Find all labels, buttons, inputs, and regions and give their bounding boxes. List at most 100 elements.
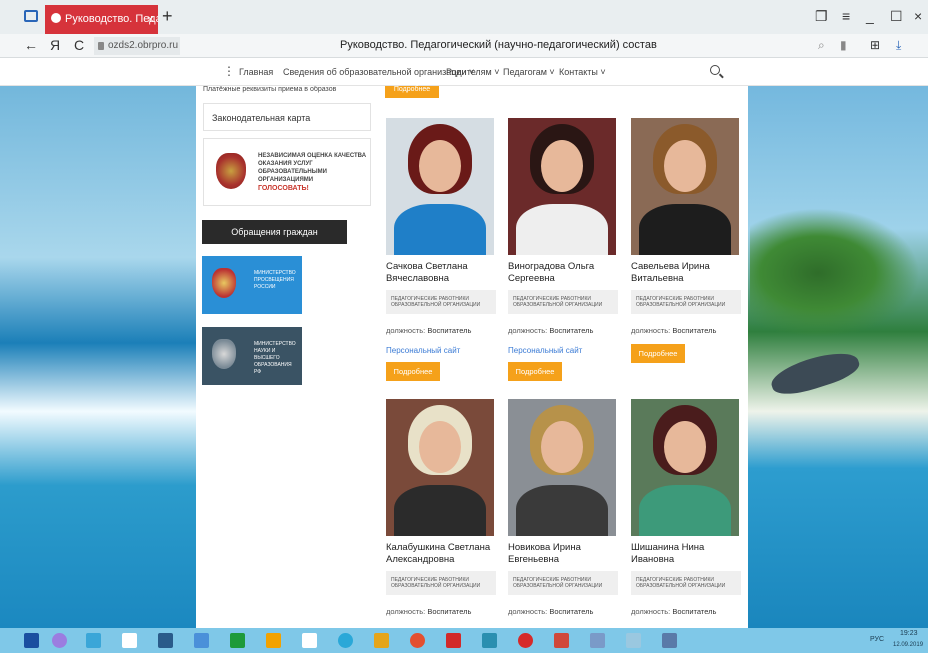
staff-name[interactable]: Калабушкина Светлана Александровна [386, 542, 496, 566]
tabs-panel-icon[interactable] [24, 10, 38, 22]
bookmark-icon[interactable]: ▮ [840, 38, 847, 52]
staff-category: ПЕДАГОГИЧЕСКИЕ РАБОТНИКИ ОБРАЗОВАТЕЛЬНОЙ… [508, 290, 618, 314]
citizens-appeals-button[interactable]: Обращения граждан [202, 220, 347, 244]
staff-photo[interactable] [631, 399, 739, 536]
staff-photo[interactable] [386, 399, 494, 536]
personal-site-link[interactable]: Персональный сайт [386, 346, 460, 355]
address-bar: ← Я C ozds2.obrpro.ru Руководство. Педаг… [0, 34, 928, 58]
browser-tabbar: Руководство. Педагогич × + ❐ ≡ _ ☐ × [0, 0, 928, 34]
tab-active[interactable]: Руководство. Педагогич × [45, 5, 158, 34]
sidebar-link-cut[interactable]: Платёжные реквизиты приема в образов [203, 86, 343, 98]
reload-button[interactable]: C [74, 37, 84, 53]
page-title: Руководство. Педагогический (научно-педа… [340, 39, 657, 51]
back-button[interactable]: ← [24, 37, 38, 53]
staff-photo[interactable] [386, 118, 494, 255]
powerpoint-icon[interactable] [554, 633, 569, 648]
favicon-icon [51, 13, 61, 23]
quality-survey-banner[interactable]: НЕЗАВИСИМАЯ ОЦЕНКА КАЧЕСТВА ОКАЗАНИЯ УСЛ… [203, 138, 371, 206]
more-button[interactable]: Подробнее [508, 362, 562, 381]
paint-icon[interactable] [626, 633, 641, 648]
more-button[interactable]: Подробнее [631, 344, 685, 363]
search-page-icon[interactable]: ⌕ [818, 38, 825, 53]
cortana-icon[interactable] [52, 633, 67, 648]
staff-name[interactable]: Шишанина Нина Ивановна [631, 542, 741, 566]
ministry-science-emblem-icon [212, 339, 236, 369]
mail-icon[interactable] [194, 633, 209, 648]
url-field[interactable]: ozds2.obrpro.ru [94, 37, 180, 55]
download-icon[interactable]: ⤓ [896, 38, 901, 53]
banner-text: НЕЗАВИСИМАЯ ОЦЕНКА КАЧЕСТВА ОКАЗАНИЯ УСЛ… [258, 153, 367, 183]
yandex-icon[interactable] [446, 633, 461, 648]
minimize-button[interactable]: _ [866, 8, 874, 24]
home-icon[interactable] [122, 633, 137, 648]
staff-position: должность: Воспитатель [508, 326, 594, 335]
ministry-education-banner[interactable]: МИНИСТЕРСТВО ПРОСВЕЩЕНИЯ РОССИИ [202, 256, 302, 314]
media-icon[interactable] [374, 633, 389, 648]
staff-category: ПЕДАГОГИЧЕСКИЕ РАБОТНИКИ ОБРАЗОВАТЕЛЬНОЙ… [508, 571, 618, 595]
yandex-browser-icon[interactable] [518, 633, 533, 648]
document-icon[interactable] [302, 633, 317, 648]
close-window-button[interactable]: × [914, 8, 922, 24]
tray-date[interactable]: 12.09.2019 [893, 642, 923, 648]
editor-icon[interactable] [590, 633, 605, 648]
ministry-education-text: МИНИСТЕРСТВО ПРОСВЕЩЕНИЯ РОССИИ [254, 270, 296, 290]
opera-icon[interactable] [410, 633, 425, 648]
extensions-icon[interactable]: ⊞ [870, 38, 880, 52]
headphones-icon[interactable] [266, 633, 281, 648]
staff-category: ПЕДАГОГИЧЕСКИЕ РАБОТНИКИ ОБРАЗОВАТЕЛЬНОЙ… [386, 290, 496, 314]
menu-dots-icon[interactable]: ⋮ [223, 64, 235, 78]
nav-teachers[interactable]: Педагогам ˅ [503, 67, 555, 77]
new-tab-button[interactable]: + [162, 6, 173, 27]
gallery-icon[interactable] [662, 633, 677, 648]
staff-name[interactable]: Виноградова Ольга Сергеевна [508, 261, 618, 285]
search-icon[interactable] [710, 65, 720, 75]
sidebar-link-law-map[interactable]: Законодательная карта [203, 103, 371, 131]
lock-icon [98, 42, 104, 50]
staff-position: должность: Воспитатель [386, 607, 472, 616]
tab-title: Руководство. Педагогич [65, 13, 158, 25]
staff-position: должность: Воспитатель [386, 326, 472, 335]
spreadsheet-icon[interactable] [230, 633, 245, 648]
palm-trees-image [750, 208, 920, 338]
maximize-button[interactable]: ☐ [890, 8, 903, 25]
staff-name[interactable]: Сачкова Светлана Вячеславовна [386, 261, 496, 285]
staff-position: должность: Воспитатель [631, 326, 717, 335]
sea-background-left [0, 58, 200, 628]
start-button-icon[interactable] [24, 633, 39, 648]
staff-position: должность: Воспитатель [631, 607, 717, 616]
sea-background-right [745, 58, 928, 628]
url-text: ozds2.obrpro.ru [108, 40, 179, 51]
staff-category: ПЕДАГОГИЧЕСКИЕ РАБОТНИКИ ОБРАЗОВАТЕЛЬНОЙ… [631, 571, 741, 595]
staff-category: ПЕДАГОГИЧЕСКИЕ РАБОТНИКИ ОБРАЗОВАТЕЛЬНОЙ… [631, 290, 741, 314]
nav-parents[interactable]: Родителям ˅ [446, 67, 500, 77]
more-button-cut[interactable]: Подробнее [385, 86, 439, 98]
ministry-science-text: МИНИСТЕРСТВО НАУКИ И ВЫСШЕГО ОБРАЗОВАНИЯ… [254, 341, 296, 375]
browser-icon[interactable] [338, 633, 353, 648]
windows-taskbar: РУС 19:23 12.09.2019 [0, 628, 928, 653]
tray-time[interactable]: 19:23 [900, 630, 918, 637]
ministry-emblem-icon [212, 268, 236, 298]
banner-vote-text: ГОЛОСОВАТЬ! [258, 185, 309, 192]
russian-emblem-icon [216, 153, 246, 189]
yandex-button[interactable]: Я [50, 37, 60, 53]
tray-language[interactable]: РУС [870, 636, 884, 643]
bookmarks-icon[interactable]: ❐ [815, 8, 828, 25]
ministry-science-banner[interactable]: МИНИСТЕРСТВО НАУКИ И ВЫСШЕГО ОБРАЗОВАНИЯ… [202, 327, 302, 385]
computer-icon[interactable] [158, 633, 173, 648]
staff-position: должность: Воспитатель [508, 607, 594, 616]
personal-site-link[interactable]: Персональный сайт [508, 346, 582, 355]
staff-photo[interactable] [508, 399, 616, 536]
staff-photo[interactable] [508, 118, 616, 255]
app-icon[interactable] [482, 633, 497, 648]
nav-contacts[interactable]: Контакты ˅ [559, 67, 606, 77]
staff-photo[interactable] [631, 118, 739, 255]
menu-icon[interactable]: ≡ [842, 8, 850, 24]
web-page: ⋮ Главная Сведения об образовательной ор… [0, 58, 928, 628]
tab-close-icon[interactable]: × [147, 12, 154, 26]
staff-name[interactable]: Новикова Ирина Евгеньевна [508, 542, 618, 566]
more-button[interactable]: Подробнее [386, 362, 440, 381]
staff-category: ПЕДАГОГИЧЕСКИЕ РАБОТНИКИ ОБРАЗОВАТЕЛЬНОЙ… [386, 571, 496, 595]
nav-home[interactable]: Главная [239, 67, 273, 77]
staff-name[interactable]: Савельева Ирина Витальевна [631, 261, 741, 285]
task-view-icon[interactable] [86, 633, 101, 648]
